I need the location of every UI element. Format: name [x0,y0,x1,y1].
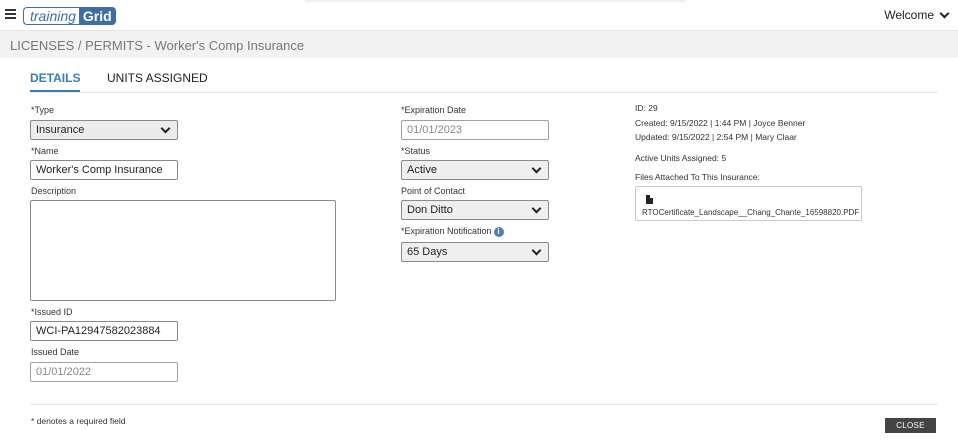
footer-divider [30,404,938,405]
expiration-notification-select[interactable]: 65 Days [401,242,549,262]
created-info: Created: 9/15/2022 | 1:44 PM | Joyce Ben… [635,118,806,128]
logo-text-training: training [23,7,79,25]
tab-details[interactable]: DETAILS [30,71,81,92]
training-grid-logo[interactable]: training Grid [23,6,116,26]
attached-file[interactable]: RTOCertificate_Landscape__Chang_Chante_1… [635,186,862,221]
status-select[interactable]: Active [401,160,549,180]
attached-file-name: RTOCertificate_Landscape__Chang_Chante_1… [642,208,860,217]
chevron-down-icon [531,163,542,174]
chevron-down-icon [531,203,542,214]
welcome-label: Welcome [884,8,934,22]
logo-text-grid: Grid [78,7,116,25]
chevron-down-icon [160,123,171,134]
status-value: Active [407,164,437,176]
tab-units-assigned[interactable]: UNITS ASSIGNED [107,71,208,85]
required-field-note: * denotes a required field [31,416,126,426]
description-textarea[interactable] [30,200,336,301]
title-bar: LICENSES / PERMITS - Worker's Comp Insur… [0,31,958,58]
details-panel: DETAILS UNITS ASSIGNED *Type Insurance *… [10,58,948,441]
updated-info: Updated: 9/15/2022 | 2:54 PM | Mary Claa… [635,132,797,142]
file-icon [646,195,653,204]
expiration-date-input[interactable]: 01/01/2023 [401,120,549,140]
name-label: *Name [31,146,59,156]
welcome-menu[interactable]: Welcome [884,8,950,22]
chevron-down-icon [939,8,950,18]
point-of-contact-label: Point of Contact [401,186,466,196]
issued-id-input[interactable]: WCI-PA12947582023884 [30,321,178,341]
chevron-down-icon [531,245,542,256]
expiration-date-label: *Expiration Date [401,105,467,115]
top-bar: training Grid Welcome [0,0,958,31]
issued-id-label: *Issued ID [31,307,73,317]
name-input[interactable]: Worker's Comp Insurance [30,160,178,180]
top-divider [305,0,685,2]
expiration-notification-label: *Expiration Notification i [401,226,504,237]
active-units-count: Active Units Assigned: 5 [635,153,727,163]
issued-date-input[interactable]: 01/01/2022 [30,362,178,382]
close-button[interactable]: CLOSE [885,418,936,433]
type-label: *Type [31,105,55,115]
record-id: ID: 29 [635,103,658,113]
tab-bar: DETAILS UNITS ASSIGNED [30,69,938,93]
expiration-notification-text: *Expiration Notification [401,226,492,236]
info-icon[interactable]: i [493,226,504,237]
page-title: LICENSES / PERMITS - Worker's Comp Insur… [10,38,305,53]
status-label: *Status [401,146,431,156]
expiration-notification-value: 65 Days [407,246,448,258]
type-select[interactable]: Insurance [30,120,178,140]
files-attached-label: Files Attached To This Insurance: [635,172,760,182]
issued-date-label: Issued Date [31,347,80,357]
menu-icon[interactable] [5,9,16,19]
point-of-contact-value: Don Ditto [407,204,453,216]
description-label: Description [31,186,77,196]
type-value: Insurance [36,124,85,136]
point-of-contact-select[interactable]: Don Ditto [401,200,549,220]
